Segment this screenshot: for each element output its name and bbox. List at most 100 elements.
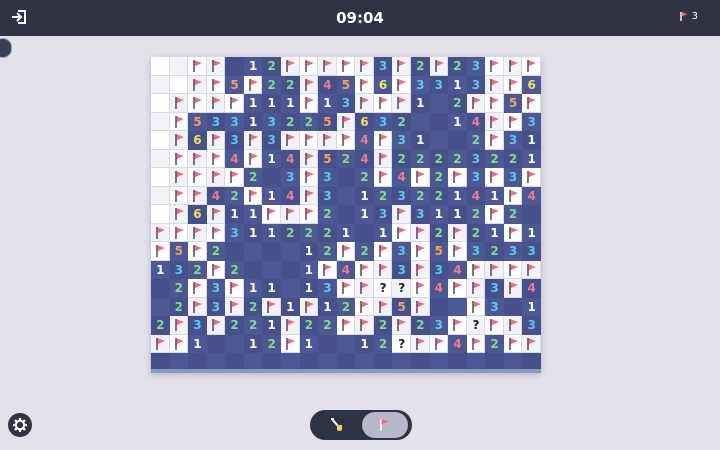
flagged-cell[interactable] — [262, 205, 281, 224]
flagged-cell[interactable] — [336, 242, 356, 261]
hidden-cell[interactable] — [151, 186, 170, 205]
flagged-cell[interactable] — [169, 112, 189, 131]
flagged-cell[interactable] — [392, 223, 411, 242]
number-cell[interactable]: 5 — [318, 112, 337, 131]
flagged-cell[interactable] — [206, 205, 226, 224]
flagged-cell[interactable] — [429, 57, 449, 76]
flagged-cell[interactable] — [485, 75, 504, 94]
flagged-cell[interactable] — [466, 334, 486, 353]
reveal-mode-button[interactable] — [314, 412, 360, 438]
flagged-cell[interactable] — [206, 260, 226, 279]
number-cell[interactable]: 3 — [392, 131, 411, 150]
number-cell[interactable]: 2 — [355, 242, 374, 261]
number-cell[interactable]: 1 — [429, 205, 449, 224]
flagged-cell[interactable] — [206, 94, 226, 113]
number-cell[interactable]: 5 — [392, 297, 411, 316]
flagged-cell[interactable] — [448, 279, 467, 298]
flagged-cell[interactable] — [280, 334, 300, 353]
flagged-cell[interactable] — [336, 279, 356, 298]
number-cell[interactable]: 2 — [466, 223, 486, 242]
number-cell[interactable]: 2 — [188, 260, 207, 279]
flagged-cell[interactable] — [188, 223, 207, 242]
question-cell[interactable]: ? — [392, 279, 411, 298]
number-cell[interactable]: 2 — [336, 297, 356, 316]
flagged-cell[interactable] — [485, 112, 504, 131]
number-cell[interactable]: 2 — [169, 279, 189, 298]
flagged-cell[interactable] — [503, 75, 523, 94]
flagged-cell[interactable] — [336, 57, 356, 76]
flagged-cell[interactable] — [485, 205, 504, 224]
flagged-cell[interactable] — [280, 205, 300, 224]
flagged-cell[interactable] — [503, 334, 523, 353]
number-cell[interactable]: 3 — [429, 260, 449, 279]
number-cell[interactable]: 3 — [225, 223, 244, 242]
flagged-cell[interactable] — [225, 297, 244, 316]
number-cell[interactable]: 4 — [206, 186, 226, 205]
number-cell[interactable]: 2 — [410, 316, 430, 335]
flagged-cell[interactable] — [206, 131, 226, 150]
number-cell[interactable]: 1 — [280, 297, 300, 316]
number-cell[interactable]: 1 — [262, 94, 281, 113]
empty-cell[interactable] — [318, 334, 337, 353]
number-cell[interactable]: 6 — [355, 112, 374, 131]
number-cell[interactable]: 1 — [243, 205, 263, 224]
number-cell[interactable]: 1 — [448, 186, 467, 205]
flagged-cell[interactable] — [206, 168, 226, 187]
flagged-cell[interactable] — [206, 57, 226, 76]
flagged-cell[interactable] — [169, 94, 189, 113]
flagged-cell[interactable] — [262, 297, 281, 316]
flagged-cell[interactable] — [522, 334, 541, 353]
flagged-cell[interactable] — [169, 131, 189, 150]
number-cell[interactable]: 2 — [373, 316, 393, 335]
flagged-cell[interactable] — [466, 279, 486, 298]
flagged-cell[interactable] — [225, 94, 244, 113]
flagged-cell[interactable] — [373, 131, 393, 150]
number-cell[interactable]: 1 — [262, 316, 281, 335]
empty-cell[interactable] — [336, 334, 356, 353]
number-cell[interactable]: 1 — [262, 223, 281, 242]
number-cell[interactable]: 2 — [448, 57, 467, 76]
number-cell[interactable]: 3 — [466, 149, 486, 168]
number-cell[interactable]: 2 — [225, 316, 244, 335]
number-cell[interactable]: 4 — [448, 260, 467, 279]
flagged-cell[interactable] — [299, 186, 319, 205]
flagged-cell[interactable] — [243, 75, 263, 94]
number-cell[interactable]: 2 — [448, 149, 467, 168]
flagged-cell[interactable] — [448, 168, 467, 187]
flagged-cell[interactable] — [188, 57, 207, 76]
flagged-cell[interactable] — [392, 94, 411, 113]
minesweeper-board[interactable]: 1232235224563313611113125533132256321436… — [151, 57, 541, 372]
empty-cell[interactable] — [429, 297, 449, 316]
number-cell[interactable]: 3 — [392, 260, 411, 279]
number-cell[interactable]: 2 — [262, 75, 281, 94]
empty-cell[interactable] — [280, 260, 300, 279]
number-cell[interactable]: 2 — [429, 168, 449, 187]
number-cell[interactable]: 3 — [280, 168, 300, 187]
number-cell[interactable]: 2 — [429, 186, 449, 205]
empty-cell[interactable] — [429, 131, 449, 150]
number-cell[interactable]: 4 — [225, 149, 244, 168]
number-cell[interactable]: 1 — [262, 279, 281, 298]
number-cell[interactable]: 4 — [280, 186, 300, 205]
flagged-cell[interactable] — [225, 168, 244, 187]
number-cell[interactable]: 2 — [485, 334, 504, 353]
number-cell[interactable]: 2 — [299, 112, 319, 131]
empty-cell[interactable] — [225, 242, 244, 261]
number-cell[interactable]: 4 — [429, 279, 449, 298]
number-cell[interactable]: 2 — [280, 223, 300, 242]
flagged-cell[interactable] — [485, 131, 504, 150]
flagged-cell[interactable] — [466, 94, 486, 113]
empty-cell[interactable] — [280, 279, 300, 298]
empty-cell[interactable] — [336, 186, 356, 205]
number-cell[interactable]: 2 — [466, 131, 486, 150]
empty-cell[interactable] — [225, 334, 244, 353]
number-cell[interactable]: 2 — [243, 168, 263, 187]
number-cell[interactable]: 4 — [392, 168, 411, 187]
number-cell[interactable]: 3 — [373, 205, 393, 224]
empty-cell[interactable] — [429, 112, 449, 131]
hidden-cell[interactable] — [151, 131, 170, 150]
number-cell[interactable]: 4 — [448, 334, 467, 353]
flagged-cell[interactable] — [485, 57, 504, 76]
number-cell[interactable]: 2 — [280, 75, 300, 94]
number-cell[interactable]: 1 — [522, 223, 541, 242]
